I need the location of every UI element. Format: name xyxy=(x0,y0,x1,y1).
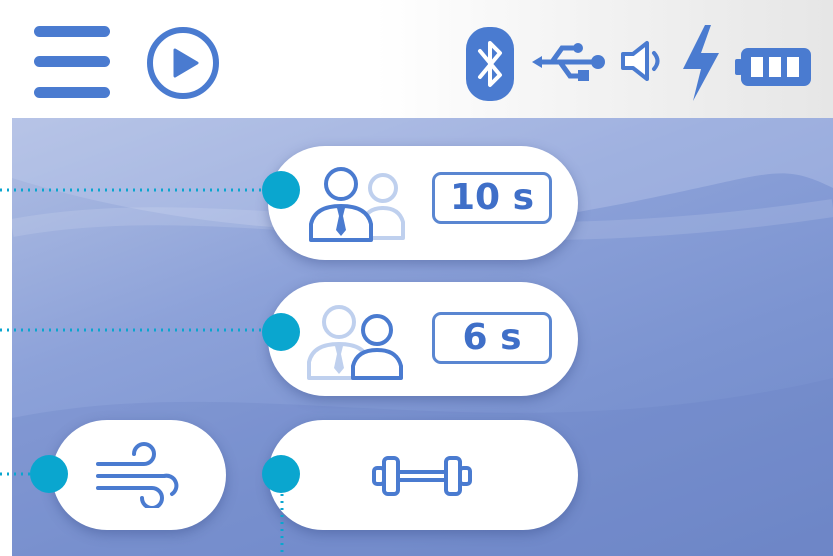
callout-dot-listener xyxy=(262,313,300,351)
callout-dot-workout xyxy=(262,455,300,493)
callout-leader-lines xyxy=(0,188,284,556)
callout-dot-presenter xyxy=(262,171,300,209)
callout-dot-breeze xyxy=(30,455,68,493)
